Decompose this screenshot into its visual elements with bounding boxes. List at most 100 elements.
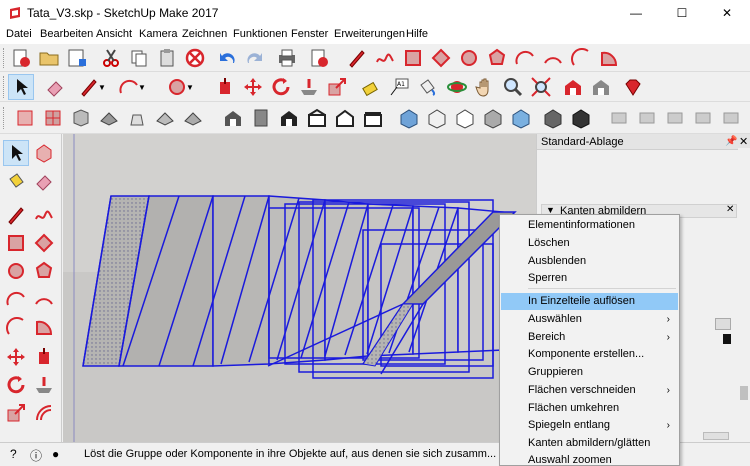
monochrome-icon[interactable] — [540, 105, 566, 131]
maximize-button[interactable]: ☐ — [659, 0, 705, 26]
layer-b-icon[interactable] — [606, 105, 632, 131]
ctx-bereich[interactable]: Bereich › — [501, 329, 678, 346]
ctx-sperren[interactable]: Sperren — [501, 270, 678, 287]
pin-icon[interactable]: 📌 — [725, 136, 737, 147]
freehand-draw-icon[interactable] — [31, 202, 57, 228]
sandbox-icon[interactable] — [96, 105, 122, 131]
tray-scrollbar[interactable] — [738, 148, 750, 442]
new-file-icon[interactable] — [8, 45, 34, 71]
zoom-icon[interactable] — [500, 74, 526, 100]
ctx-gruppieren[interactable]: Gruppieren — [501, 364, 678, 381]
tape-measure-icon[interactable] — [358, 74, 384, 100]
paint-tool-icon[interactable] — [3, 168, 29, 194]
menu-zeichnen[interactable]: Zeichnen — [182, 28, 227, 40]
model-geometry[interactable] — [63, 134, 536, 442]
flip-edge-icon[interactable] — [180, 105, 206, 131]
scale-tool-icon[interactable] — [3, 400, 29, 426]
layer-f-icon[interactable] — [718, 105, 744, 131]
move-tool-icon[interactable] — [3, 344, 29, 370]
arc2-draw-icon[interactable] — [31, 286, 57, 312]
ctx-flaechen-verschneiden[interactable]: Flächen verschneiden › — [501, 382, 678, 399]
info-icon[interactable]: ⓘ — [30, 447, 42, 464]
paint-bucket-icon[interactable] — [414, 74, 440, 100]
text-tool-icon[interactable]: A1 — [386, 74, 412, 100]
extension-warehouse-icon[interactable] — [588, 74, 614, 100]
redo-icon[interactable] — [242, 45, 268, 71]
push-pull-tool-icon[interactable] — [31, 344, 57, 370]
menu-bearbeiten[interactable]: Bearbeiten — [40, 28, 93, 40]
layer-e-icon[interactable] — [690, 105, 716, 131]
tray-scroll-thumb[interactable] — [703, 432, 729, 440]
menu-hilfe[interactable]: Hilfe — [406, 28, 428, 40]
menu-datei[interactable]: Datei — [6, 28, 32, 40]
ctx-loeschen[interactable]: Löschen — [501, 235, 678, 252]
rotated-rect-icon[interactable] — [428, 45, 454, 71]
pie-icon[interactable] — [596, 45, 622, 71]
menu-ansicht[interactable]: Ansicht — [96, 28, 132, 40]
move-icon[interactable] — [240, 74, 266, 100]
arc-icon[interactable] — [512, 45, 538, 71]
ctx-auswaehlen[interactable]: Auswählen › — [501, 311, 678, 328]
layer-c-icon[interactable] — [634, 105, 660, 131]
pan-hand-icon[interactable] — [472, 74, 498, 100]
front-view-icon[interactable] — [276, 105, 302, 131]
zoom-extents-icon[interactable] — [528, 74, 554, 100]
pencil-icon[interactable] — [344, 45, 370, 71]
xray-icon[interactable] — [396, 105, 422, 131]
ctx-komponente-erstellen[interactable]: Komponente erstellen... — [501, 346, 678, 363]
menu-kamera[interactable]: Kamera — [139, 28, 178, 40]
cut-icon[interactable] — [98, 45, 124, 71]
rotate-icon[interactable] — [268, 74, 294, 100]
rotate-tool-icon[interactable] — [3, 372, 29, 398]
ctx-elementinformationen[interactable]: Elementinformationen — [501, 217, 678, 234]
follow-me-tool-icon[interactable] — [31, 372, 57, 398]
follow-me-icon[interactable] — [296, 74, 322, 100]
line-dropdown-icon[interactable]: ▼ — [96, 74, 108, 100]
section-display-icon[interactable] — [40, 105, 66, 131]
top-view-icon[interactable] — [248, 105, 274, 131]
section-cut-icon[interactable] — [68, 105, 94, 131]
warehouse-icon[interactable] — [560, 74, 586, 100]
make-component-icon[interactable] — [31, 140, 57, 166]
erase-icon[interactable] — [182, 45, 208, 71]
section-close-box[interactable] — [715, 318, 731, 330]
save-icon[interactable] — [64, 45, 90, 71]
shaded-icon[interactable] — [480, 105, 506, 131]
polygon-draw-icon[interactable] — [31, 258, 57, 284]
select-arrow-icon[interactable] — [8, 74, 34, 100]
circle-draw-icon[interactable] — [3, 258, 29, 284]
copy-icon[interactable] — [126, 45, 152, 71]
push-pull-icon[interactable] — [212, 74, 238, 100]
back-view-icon[interactable] — [332, 105, 358, 131]
user-icon[interactable]: ● — [52, 447, 59, 461]
three-point-arc-icon[interactable] — [568, 45, 594, 71]
layer-d-icon[interactable] — [662, 105, 688, 131]
rect-draw-icon[interactable] — [3, 230, 29, 256]
weight-icon[interactable] — [124, 105, 150, 131]
rectangle-icon[interactable] — [400, 45, 426, 71]
line-draw-icon[interactable] — [3, 202, 29, 228]
scale-icon[interactable] — [324, 74, 350, 100]
ctx-in-einzelteile-aufloesen[interactable]: In Einzelteile auflösen — [501, 293, 678, 310]
ctx-ausblenden[interactable]: Ausblenden — [501, 253, 678, 270]
shapes-dropdown-icon[interactable]: ▼ — [184, 74, 196, 100]
select-tool-icon[interactable] — [3, 140, 29, 166]
freehand-icon[interactable] — [372, 45, 398, 71]
polygon-icon[interactable] — [484, 45, 510, 71]
ctx-auswahl-zoomen[interactable]: Auswahl zoomen — [501, 453, 678, 466]
left-view-icon[interactable] — [360, 105, 386, 131]
hidden-line-icon[interactable] — [452, 105, 478, 131]
offset-tool-icon[interactable] — [31, 400, 57, 426]
help-icon[interactable]: ? — [10, 447, 17, 461]
rotated-rect-draw-icon[interactable] — [31, 230, 57, 256]
arc3-draw-icon[interactable] — [3, 314, 29, 340]
menu-erweiterungen[interactable]: Erweiterungen — [334, 28, 405, 40]
ruby-icon[interactable] — [620, 74, 646, 100]
ctx-flaechen-umkehren[interactable]: Flächen umkehren — [501, 400, 678, 417]
menu-funktionen[interactable]: Funktionen — [233, 28, 287, 40]
paste-icon[interactable] — [154, 45, 180, 71]
circle-icon[interactable] — [456, 45, 482, 71]
two-point-arc-icon[interactable] — [540, 45, 566, 71]
model-info-icon[interactable] — [306, 45, 332, 71]
right-view-icon[interactable] — [304, 105, 330, 131]
